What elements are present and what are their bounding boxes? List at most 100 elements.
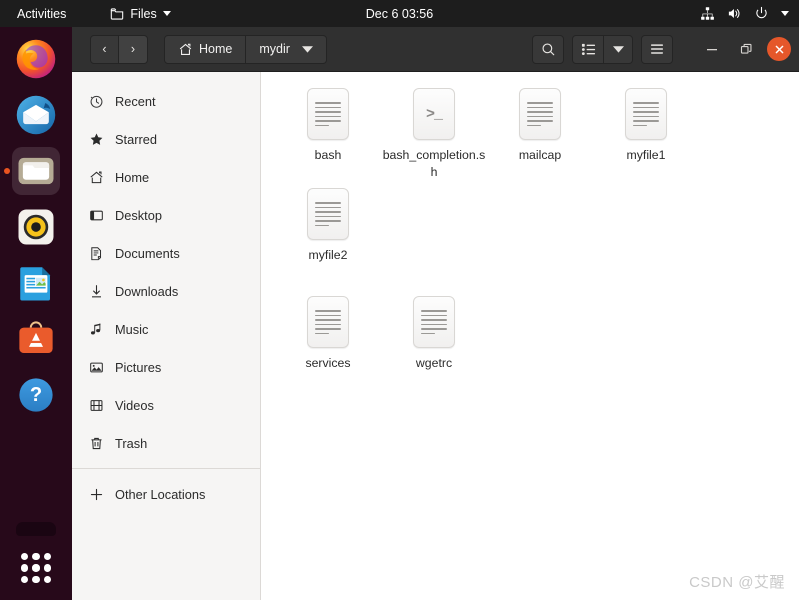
text-file-icon (307, 188, 349, 241)
chevron-down-icon (612, 45, 624, 53)
line (633, 115, 659, 117)
headerbar-actions (532, 34, 791, 64)
line (633, 102, 659, 104)
document-icon (88, 245, 104, 261)
text-file-icon (519, 88, 561, 140)
sidebar-item-desktop[interactable]: Desktop (72, 196, 260, 234)
line (421, 328, 447, 330)
svg-text:?: ? (30, 384, 42, 406)
line (315, 120, 341, 122)
sidebar-item-label: Downloads (115, 283, 179, 299)
chevron-down-icon[interactable] (781, 11, 789, 16)
terminal-prompt-glyph: >_ (425, 105, 443, 123)
file-label: bash_completion.sh (382, 148, 486, 179)
status-area[interactable] (700, 0, 789, 27)
app-menu-files[interactable]: Files (103, 5, 177, 23)
folder-icon (110, 7, 124, 21)
download-icon (88, 283, 104, 299)
maximize-button[interactable] (733, 36, 759, 62)
sidebar-item-trash[interactable]: Trash (72, 424, 260, 462)
file-item[interactable]: myfile1 (593, 88, 699, 180)
line (633, 111, 659, 113)
volume-icon (727, 6, 742, 21)
sidebar-item-starred[interactable]: Starred (72, 120, 260, 158)
plus-icon (88, 486, 104, 502)
line (633, 106, 659, 108)
sidebar-item-label: Music (115, 321, 149, 337)
file-item[interactable]: wgetrc (381, 296, 487, 374)
window-body: Recent Starred Home Desktop Documents Do… (72, 72, 799, 600)
sidebar-item-documents[interactable]: Documents (72, 234, 260, 272)
ubuntu-dock: ? (0, 27, 72, 600)
back-button[interactable]: ‹ (90, 34, 119, 64)
file-item[interactable]: >_ bash_completion.sh (381, 88, 487, 180)
dock-item-rhythmbox[interactable] (12, 203, 60, 251)
view-options-dropdown[interactable] (604, 34, 633, 64)
line (315, 328, 341, 330)
minimize-button[interactable] (699, 36, 725, 62)
trash-icon (88, 435, 104, 451)
search-button[interactable] (532, 34, 564, 64)
sidebar-item-other-locations[interactable]: Other Locations (72, 475, 260, 513)
dock-item-files[interactable] (12, 147, 60, 195)
files-window: ‹ › Home mydir Recent Starred Home Deskt… (72, 27, 799, 600)
video-icon (88, 397, 104, 413)
line (315, 314, 341, 317)
line (633, 124, 648, 126)
grid-dot (21, 575, 29, 583)
watermark: CSDN @艾醒 (689, 574, 785, 591)
sidebar-item-music[interactable]: Music (72, 310, 260, 348)
clock-icon (88, 93, 104, 109)
line (527, 124, 542, 126)
sidebar-item-label: Pictures (115, 359, 162, 375)
list-view-button[interactable] (572, 34, 604, 64)
breadcrumb: Home mydir (164, 34, 327, 64)
show-applications-button[interactable] (12, 544, 60, 592)
file-label: services (305, 356, 351, 371)
list-view-icon (581, 42, 596, 57)
sidebar-item-videos[interactable]: Videos (72, 386, 260, 424)
dock-item-help[interactable]: ? (12, 371, 60, 419)
sidebar-item-label: Trash (115, 435, 148, 451)
sidebar-item-recent[interactable]: Recent (72, 82, 260, 120)
dock-item-thunderbird[interactable] (12, 91, 60, 139)
sidebar-item-home[interactable]: Home (72, 158, 260, 196)
breadcrumb-label: mydir (259, 42, 290, 56)
dock-item-libreoffice-writer[interactable] (12, 259, 60, 307)
breadcrumb-item-home[interactable]: Home (164, 34, 247, 64)
line (527, 120, 553, 122)
sidebar-item-pictures[interactable]: Pictures (72, 348, 260, 386)
file-label: mailcap (518, 148, 562, 162)
file-item[interactable]: mailcap (487, 88, 593, 180)
hamburger-menu-icon (649, 41, 665, 57)
line (315, 224, 330, 227)
main-menu-button[interactable] (641, 34, 673, 64)
star-icon (88, 131, 104, 147)
close-button[interactable] (767, 37, 791, 61)
activities-button[interactable]: Activities (10, 5, 73, 23)
line (315, 106, 341, 108)
app-menu-label: Files (130, 6, 157, 21)
breadcrumb-item-mydir[interactable]: mydir (246, 34, 327, 64)
forward-button[interactable]: › (119, 34, 148, 64)
dock-item-ubuntu-software[interactable] (12, 315, 60, 363)
row-break (275, 272, 789, 294)
sidebar-divider (72, 468, 260, 469)
grid-dot (32, 575, 40, 583)
line (421, 332, 436, 335)
breadcrumb-label: Home (199, 42, 233, 56)
desktop-screen: Activities Files Dec 6 03:56 ? ‹ › Home … (0, 0, 799, 600)
file-label: wgetrc (415, 356, 453, 371)
file-item[interactable]: services (275, 296, 381, 374)
file-label: myfile2 (308, 248, 348, 263)
sidebar-item-label: Documents (115, 245, 180, 261)
line (527, 102, 553, 104)
file-grid[interactable]: bash >_ bash_completion.sh mailcap myfil… (261, 72, 799, 600)
sidebar-item-label: Starred (115, 131, 157, 147)
sidebar-item-downloads[interactable]: Downloads (72, 272, 260, 310)
line (315, 220, 341, 222)
line (633, 120, 659, 122)
dock-item-firefox[interactable] (12, 35, 60, 83)
file-item[interactable]: bash (275, 88, 381, 180)
file-item[interactable]: myfile2 (275, 188, 381, 266)
